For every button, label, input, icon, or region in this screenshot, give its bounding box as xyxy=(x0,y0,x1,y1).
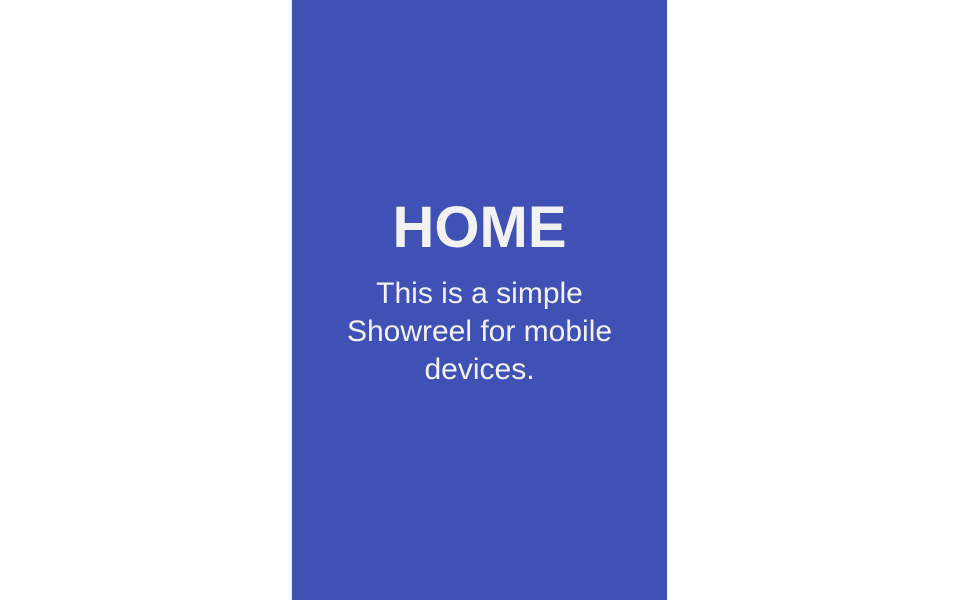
slide-title: HOME xyxy=(392,195,567,260)
showreel-slide: HOME This is a simple Showreel for mobil… xyxy=(292,0,667,600)
slide-description: This is a simple Showreel for mobile dev… xyxy=(346,277,613,386)
